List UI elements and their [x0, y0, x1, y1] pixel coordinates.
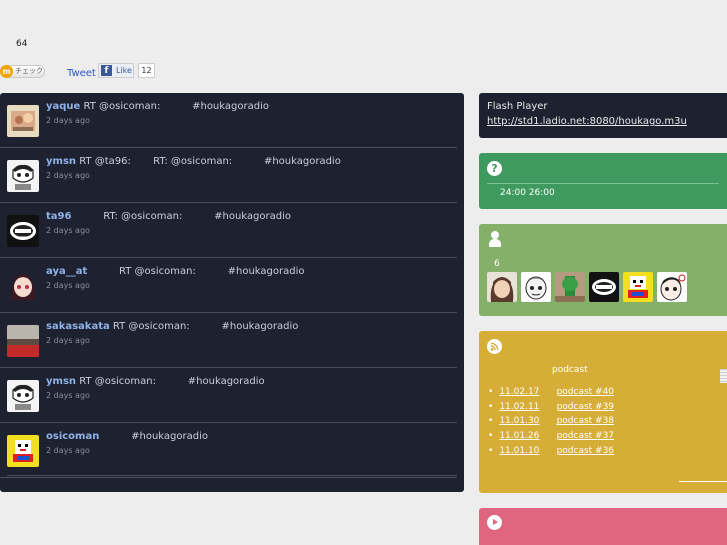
tweet-body: #houkagoradio — [99, 431, 208, 442]
schedule-hours: 24:00 26:00 — [500, 188, 555, 198]
podcast-caption: podcast — [552, 365, 588, 375]
rss-icon — [487, 339, 502, 354]
like-label: Like — [116, 66, 132, 75]
tweet-time[interactable]: 2 days ago — [46, 281, 90, 290]
tweet-text: ymsn RT @osicoman: #houkagoradio — [46, 376, 265, 387]
like-count: 12 — [138, 63, 155, 78]
podcast-title-link[interactable]: podcast #40 — [557, 387, 614, 397]
tweet-text: yaque RT @osicoman: #houkagoradio — [46, 101, 269, 112]
mixi-check-icon: m — [0, 65, 13, 78]
tweet-username[interactable]: ymsn — [46, 376, 76, 387]
user-avatar[interactable] — [7, 270, 39, 302]
tweet-username[interactable]: ymsn — [46, 156, 76, 167]
tweet-item: ymsn RT @osicoman: #houkagoradio 2 days … — [0, 368, 457, 423]
members-panel: 6 — [479, 224, 727, 316]
stream-url-link[interactable]: http://std1.ladio.net:8080/houkago.m3u — [487, 116, 719, 127]
tweet-username[interactable]: sakasakata — [46, 321, 110, 332]
member-avatar[interactable] — [521, 272, 551, 302]
tweet-text: ymsn RT @ta96: RT: @osicoman: #houkagora… — [46, 156, 341, 167]
podcast-title-link[interactable]: podcast #39 — [557, 402, 614, 412]
tweet-time[interactable]: 2 days ago — [46, 116, 90, 125]
podcast-title-link[interactable]: podcast #38 — [557, 416, 614, 426]
podcast-date-link[interactable]: 11.01.10 — [499, 446, 539, 456]
podcast-date-link[interactable]: 11.01.26 — [499, 431, 539, 441]
tweet-item: osicoman #houkagoradio 2 days ago — [0, 423, 457, 478]
member-avatar[interactable] — [589, 272, 619, 302]
tweet-body: RT @osicoman: #houkagoradio — [109, 321, 299, 332]
tweet-username[interactable]: aya__at — [46, 266, 87, 277]
podcast-item: 11.02.17 podcast #40 — [488, 387, 614, 402]
member-avatars — [487, 272, 687, 302]
tweet-body: RT @osicoman: #houkagoradio — [87, 266, 305, 277]
user-avatar[interactable] — [7, 215, 39, 247]
check-button[interactable]: m チェック — [0, 65, 45, 78]
facebook-like-button[interactable]: f Like — [98, 63, 134, 78]
facebook-icon: f — [101, 65, 112, 76]
tweet-time[interactable]: 2 days ago — [46, 446, 90, 455]
tweet-time[interactable]: 2 days ago — [46, 336, 90, 345]
podcast-panel: podcast 11.02.17 podcast #40 11.02.11 po… — [479, 331, 727, 493]
tweet-time[interactable]: 2 days ago — [46, 171, 90, 180]
user-avatar[interactable] — [7, 380, 39, 412]
timeline-divider — [7, 475, 457, 476]
user-avatar[interactable] — [7, 435, 39, 467]
podcast-item: 11.02.11 podcast #39 — [488, 402, 614, 417]
member-avatar[interactable] — [555, 272, 585, 302]
flash-player-title: Flash Player — [487, 101, 548, 112]
user-avatar[interactable] — [7, 105, 39, 137]
tweet-text: ta96 RT: @osicoman: #houkagoradio — [46, 211, 291, 222]
tweet-count: 64 — [16, 39, 28, 49]
person-icon — [488, 231, 502, 247]
tweet-username[interactable]: yaque — [46, 101, 80, 112]
tweet-item: ymsn RT @ta96: RT: @osicoman: #houkagora… — [0, 148, 457, 203]
tweet-text: sakasakata RT @osicoman: #houkagoradio — [46, 321, 298, 332]
tweet-time[interactable]: 2 days ago — [46, 226, 90, 235]
resize-grip[interactable] — [720, 369, 727, 383]
tweet-username[interactable]: osicoman — [46, 431, 99, 442]
schedule-panel: ? 24:00 26:00 — [479, 153, 727, 209]
tweet-body: RT @osicoman: #houkagoradio — [80, 101, 269, 112]
play-icon[interactable] — [487, 515, 502, 530]
podcast-title-link[interactable]: podcast #37 — [557, 431, 614, 441]
podcast-divider — [679, 481, 727, 482]
tweet-text: aya__at RT @osicoman: #houkagoradio — [46, 266, 305, 277]
check-label: チェック — [15, 67, 43, 75]
tweet-item: yaque RT @osicoman: #houkagoradio 2 days… — [0, 93, 457, 148]
question-icon: ? — [487, 161, 502, 176]
tweet-button[interactable]: Tweet — [67, 68, 96, 79]
tweet-item: sakasakata RT @osicoman: #houkagoradio 2… — [0, 313, 457, 368]
podcast-item: 11.01.10 podcast #36 — [488, 446, 614, 461]
members-count: 6 — [494, 259, 500, 269]
tweet-body: RT @ta96: RT: @osicoman: #houkagoradio — [76, 156, 341, 167]
twitter-timeline: yaque RT @osicoman: #houkagoradio 2 days… — [0, 93, 464, 492]
flash-player-panel: Flash Player http://std1.ladio.net:8080/… — [479, 93, 727, 138]
member-avatar[interactable] — [657, 272, 687, 302]
podcast-item: 11.01.26 podcast #37 — [488, 431, 614, 446]
member-avatar[interactable] — [487, 272, 517, 302]
podcast-item: 11.01.30 podcast #38 — [488, 416, 614, 431]
tweet-username[interactable]: ta96 — [46, 211, 71, 222]
social-buttons: m チェック Tweet f Like 12 — [0, 62, 170, 80]
member-avatar[interactable] — [623, 272, 653, 302]
podcast-date-link[interactable]: 11.01.30 — [499, 416, 539, 426]
podcast-date-link[interactable]: 11.02.17 — [499, 387, 539, 397]
tweet-time[interactable]: 2 days ago — [46, 391, 90, 400]
podcast-date-link[interactable]: 11.02.11 — [499, 402, 539, 412]
tweet-body: RT: @osicoman: #houkagoradio — [71, 211, 291, 222]
schedule-divider — [487, 183, 719, 184]
tweet-item: ta96 RT: @osicoman: #houkagoradio 2 days… — [0, 203, 457, 258]
tweet-text: osicoman #houkagoradio — [46, 431, 208, 442]
podcast-title-link[interactable]: podcast #36 — [557, 446, 614, 456]
tweet-body: RT @osicoman: #houkagoradio — [76, 376, 265, 387]
user-avatar[interactable] — [7, 160, 39, 192]
user-avatar[interactable] — [7, 325, 39, 357]
podcast-list: 11.02.17 podcast #40 11.02.11 podcast #3… — [488, 387, 614, 460]
player-panel — [479, 508, 727, 545]
tweet-item: aya__at RT @osicoman: #houkagoradio 2 da… — [0, 258, 457, 313]
